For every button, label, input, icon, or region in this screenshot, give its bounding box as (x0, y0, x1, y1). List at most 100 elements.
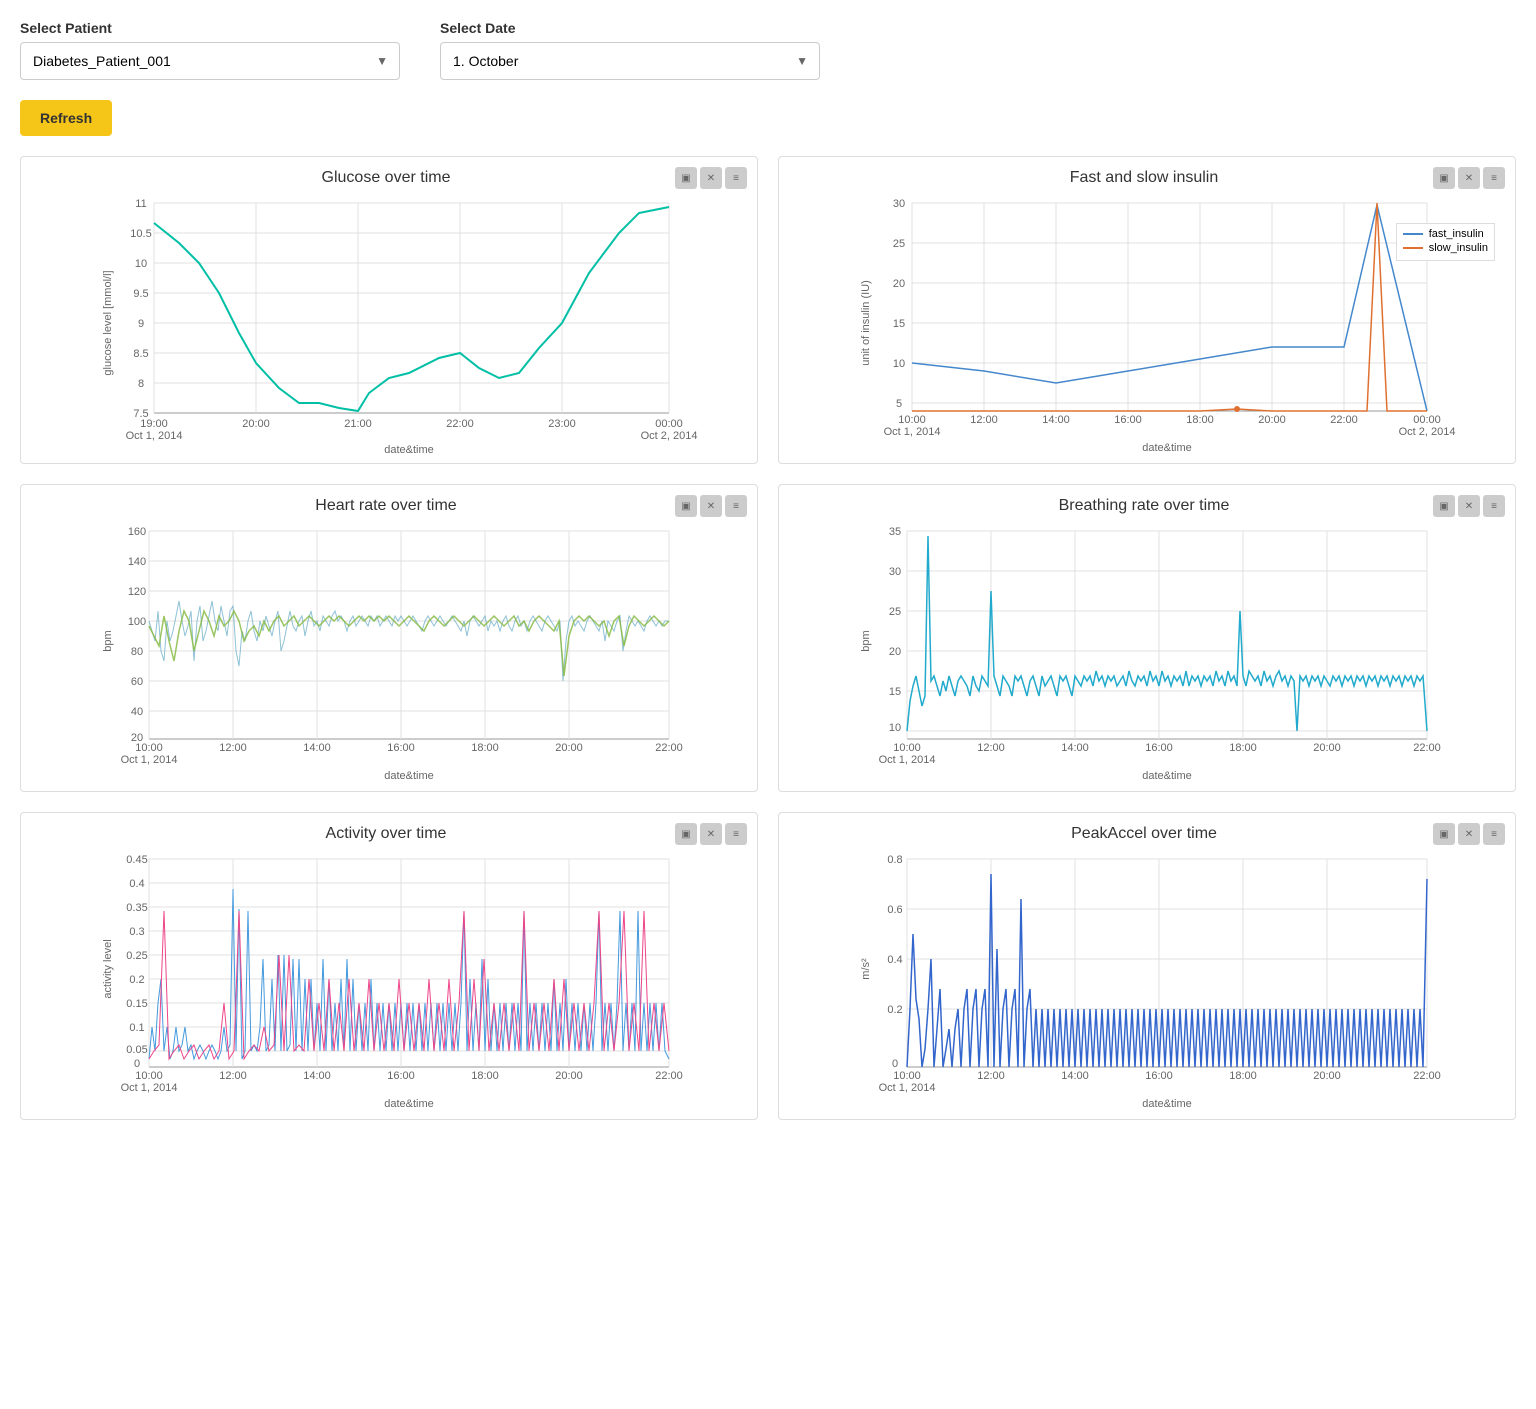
svg-text:0.45: 0.45 (126, 854, 147, 866)
fast-insulin-legend-line (1403, 233, 1423, 235)
svg-text:80: 80 (131, 646, 143, 658)
svg-text:date&time: date&time (384, 770, 434, 781)
slow-insulin-legend-item: slow_insulin (1403, 242, 1488, 254)
svg-text:0.05: 0.05 (126, 1044, 147, 1056)
breathing-btn-2[interactable]: ✕ (1458, 495, 1480, 517)
glucose-title: Glucose over time (97, 169, 675, 187)
insulin-btn-3[interactable]: ≡ (1483, 167, 1505, 189)
heartrate-header: Heart rate over time ▣ ✕ ≡ (31, 495, 747, 517)
svg-text:22:00: 22:00 (1413, 742, 1441, 754)
svg-text:14:00: 14:00 (1061, 1070, 1089, 1082)
top-controls: Select Patient Diabetes_Patient_001 ▼ Se… (20, 20, 1516, 80)
svg-text:10: 10 (135, 258, 147, 270)
activity-panel: Activity over time ▣ ✕ ≡ 0.45 0.4 0.35 0… (20, 812, 758, 1120)
svg-text:20:00: 20:00 (242, 418, 270, 430)
svg-text:9.5: 9.5 (133, 288, 148, 300)
heartrate-btn-1[interactable]: ▣ (675, 495, 697, 517)
breathing-title: Breathing rate over time (855, 497, 1433, 515)
svg-text:bpm: bpm (860, 630, 872, 651)
heartrate-btn-3[interactable]: ≡ (725, 495, 747, 517)
svg-text:activity level: activity level (102, 939, 114, 998)
heartrate-btn-2[interactable]: ✕ (700, 495, 722, 517)
svg-text:Oct 1, 2014: Oct 1, 2014 (879, 1082, 936, 1094)
breathing-btn-3[interactable]: ≡ (1483, 495, 1505, 517)
glucose-btn-1[interactable]: ▣ (675, 167, 697, 189)
breathing-svg: 35 30 25 20 15 10 bpm (789, 521, 1505, 781)
date-select[interactable]: 1. October (440, 42, 820, 80)
peakaccel-btn-1[interactable]: ▣ (1433, 823, 1455, 845)
refresh-button[interactable]: Refresh (20, 100, 112, 136)
svg-text:m/s²: m/s² (860, 958, 872, 980)
glucose-panel: Glucose over time ▣ ✕ ≡ 11 10.5 10 9.5 9… (20, 156, 758, 464)
patient-label: Select Patient (20, 20, 400, 36)
svg-text:Oct 1, 2014: Oct 1, 2014 (121, 1082, 178, 1094)
glucose-btn-2[interactable]: ✕ (700, 167, 722, 189)
svg-text:160: 160 (128, 526, 146, 538)
peakaccel-panel: PeakAccel over time ▣ ✕ ≡ 0.8 0.6 0.4 0.… (778, 812, 1516, 1120)
activity-svg: 0.45 0.4 0.35 0.3 0.25 0.2 0.15 0.1 0.05… (31, 849, 747, 1109)
patient-select[interactable]: Diabetes_Patient_001 (20, 42, 400, 80)
slow-insulin-legend-line (1403, 247, 1423, 249)
svg-text:40: 40 (131, 706, 143, 718)
peakaccel-btn-2[interactable]: ✕ (1458, 823, 1480, 845)
svg-text:16:00: 16:00 (1145, 742, 1173, 754)
breathing-chart-area: 35 30 25 20 15 10 bpm (789, 521, 1505, 781)
svg-text:date&time: date&time (1142, 770, 1192, 781)
svg-text:10:00: 10:00 (893, 742, 921, 754)
svg-text:0.6: 0.6 (887, 904, 902, 916)
breathing-header: Breathing rate over time ▣ ✕ ≡ (789, 495, 1505, 517)
svg-text:date&time: date&time (384, 444, 434, 453)
svg-text:10:00: 10:00 (135, 742, 163, 754)
heartrate-svg: 160 140 120 100 80 60 40 20 bpm (31, 521, 747, 781)
svg-text:0.25: 0.25 (126, 950, 147, 962)
svg-text:0.35: 0.35 (126, 902, 147, 914)
svg-text:100: 100 (128, 616, 146, 628)
svg-text:Oct 2, 2014: Oct 2, 2014 (641, 430, 698, 442)
svg-text:22:00: 22:00 (1330, 414, 1358, 426)
svg-text:35: 35 (889, 526, 901, 538)
svg-text:12:00: 12:00 (977, 1070, 1005, 1082)
svg-text:30: 30 (889, 566, 901, 578)
svg-text:18:00: 18:00 (471, 1070, 499, 1082)
insulin-legend: fast_insulin slow_insulin (1396, 223, 1495, 261)
insulin-title: Fast and slow insulin (855, 169, 1433, 187)
svg-text:glucose level [mmol/l]: glucose level [mmol/l] (102, 270, 114, 375)
insulin-btn-2[interactable]: ✕ (1458, 167, 1480, 189)
svg-text:0.4: 0.4 (887, 954, 902, 966)
svg-text:Oct 1, 2014: Oct 1, 2014 (121, 754, 178, 766)
svg-text:15: 15 (889, 686, 901, 698)
svg-text:10: 10 (889, 722, 901, 734)
svg-text:22:00: 22:00 (446, 418, 474, 430)
activity-btn-3[interactable]: ≡ (725, 823, 747, 845)
glucose-svg: 11 10.5 10 9.5 9 8.5 8 7.5 glucose level… (31, 193, 747, 453)
svg-text:14:00: 14:00 (303, 742, 331, 754)
patient-select-wrapper: Diabetes_Patient_001 ▼ (20, 42, 400, 80)
peakaccel-controls: ▣ ✕ ≡ (1433, 823, 1505, 845)
heartrate-title: Heart rate over time (97, 497, 675, 515)
svg-text:20:00: 20:00 (1313, 742, 1341, 754)
svg-text:20: 20 (893, 278, 905, 290)
charts-grid: Glucose over time ▣ ✕ ≡ 11 10.5 10 9.5 9… (20, 156, 1516, 1120)
svg-text:22:00: 22:00 (655, 1070, 683, 1082)
date-control: Select Date 1. October ▼ (440, 20, 820, 80)
peakaccel-title: PeakAccel over time (855, 825, 1433, 843)
svg-text:20:00: 20:00 (555, 742, 583, 754)
svg-text:30: 30 (893, 198, 905, 210)
glucose-btn-3[interactable]: ≡ (725, 167, 747, 189)
insulin-btn-1[interactable]: ▣ (1433, 167, 1455, 189)
peakaccel-btn-3[interactable]: ≡ (1483, 823, 1505, 845)
breathing-btn-1[interactable]: ▣ (1433, 495, 1455, 517)
svg-text:0.2: 0.2 (887, 1004, 902, 1016)
svg-text:date&time: date&time (1142, 442, 1192, 453)
svg-text:0: 0 (892, 1058, 898, 1070)
svg-text:0.4: 0.4 (129, 878, 144, 890)
glucose-header: Glucose over time ▣ ✕ ≡ (31, 167, 747, 189)
fast-insulin-legend-item: fast_insulin (1403, 228, 1488, 240)
activity-btn-1[interactable]: ▣ (675, 823, 697, 845)
svg-text:23:00: 23:00 (548, 418, 576, 430)
activity-btn-2[interactable]: ✕ (700, 823, 722, 845)
svg-text:date&time: date&time (384, 1098, 434, 1109)
svg-text:18:00: 18:00 (1229, 1070, 1257, 1082)
heartrate-panel: Heart rate over time ▣ ✕ ≡ 160 140 120 1… (20, 484, 758, 792)
svg-text:12:00: 12:00 (977, 742, 1005, 754)
